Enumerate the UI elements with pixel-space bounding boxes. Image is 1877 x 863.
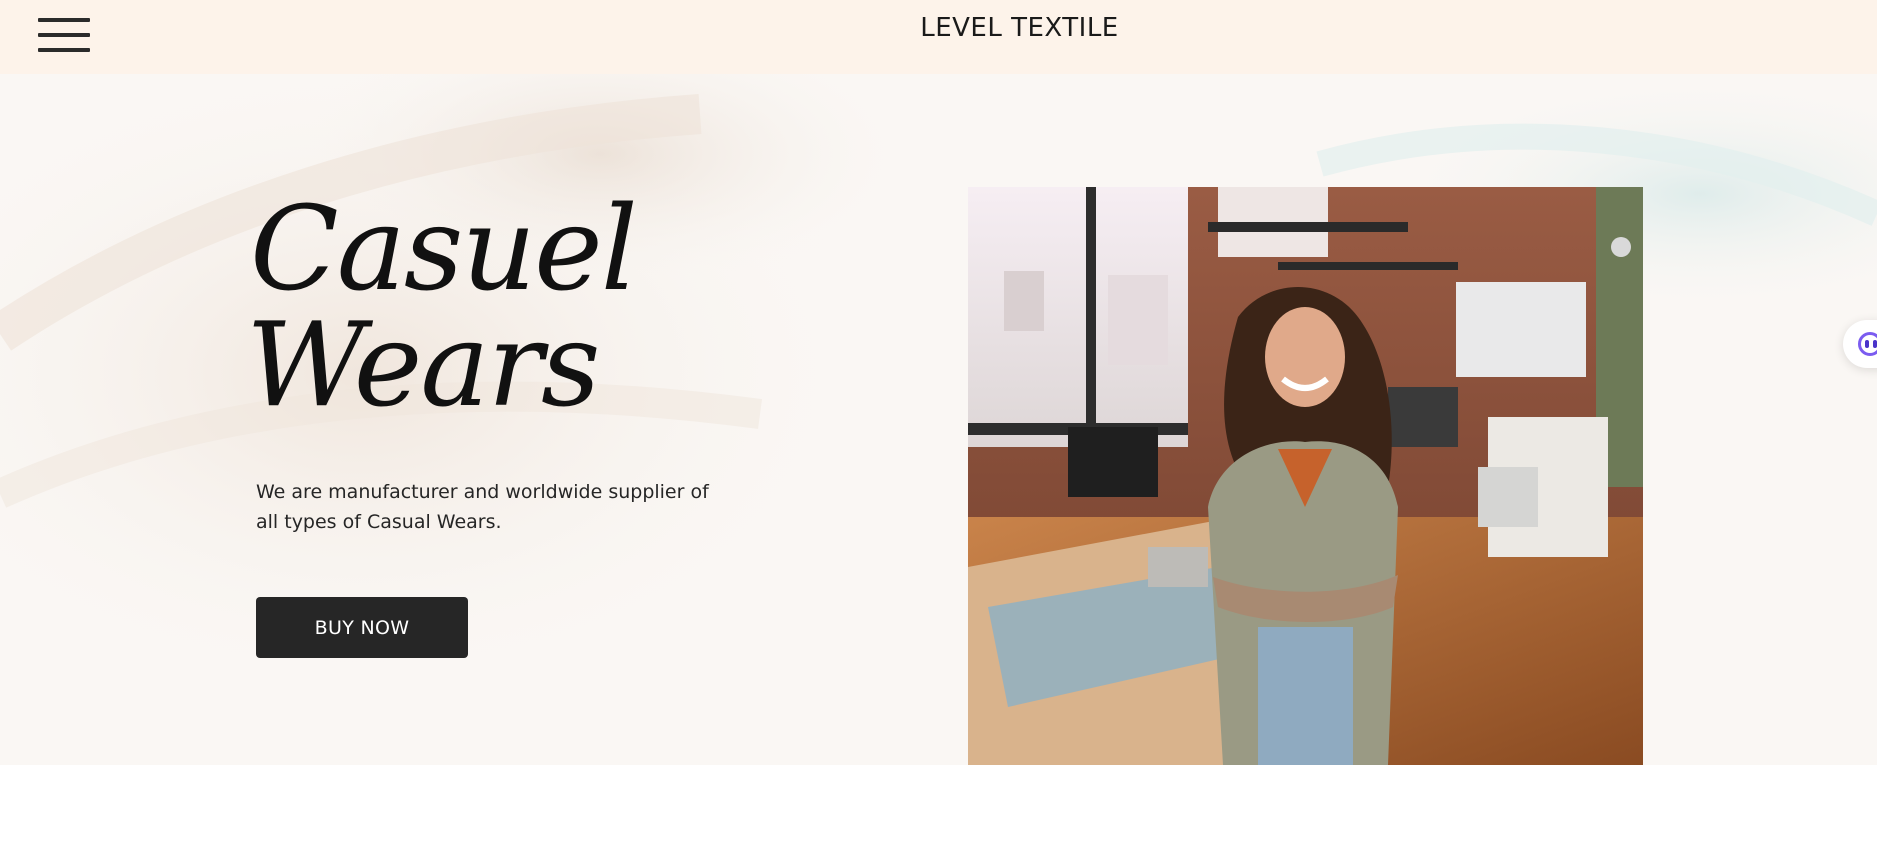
assistant-eye-left: [1865, 340, 1869, 348]
hero-section: Casuel Wears We are manufacturer and wor…: [0, 74, 1877, 765]
hero-title-line2: Wears: [246, 298, 601, 433]
hero-photo-illustration: [968, 187, 1643, 765]
top-header: LEVEL TEXTILE: [0, 0, 1877, 74]
assistant-eye-right: [1873, 340, 1877, 348]
site-brand[interactable]: LEVEL TEXTILE: [0, 13, 1877, 43]
hero-photo: [968, 187, 1643, 765]
hero-description: We are manufacturer and worldwide suppli…: [256, 481, 709, 533]
hero-title: Casuel Wears: [246, 192, 670, 424]
hero-title-line1: Casuel: [250, 182, 638, 317]
buy-now-button[interactable]: BUY NOW: [256, 597, 468, 658]
